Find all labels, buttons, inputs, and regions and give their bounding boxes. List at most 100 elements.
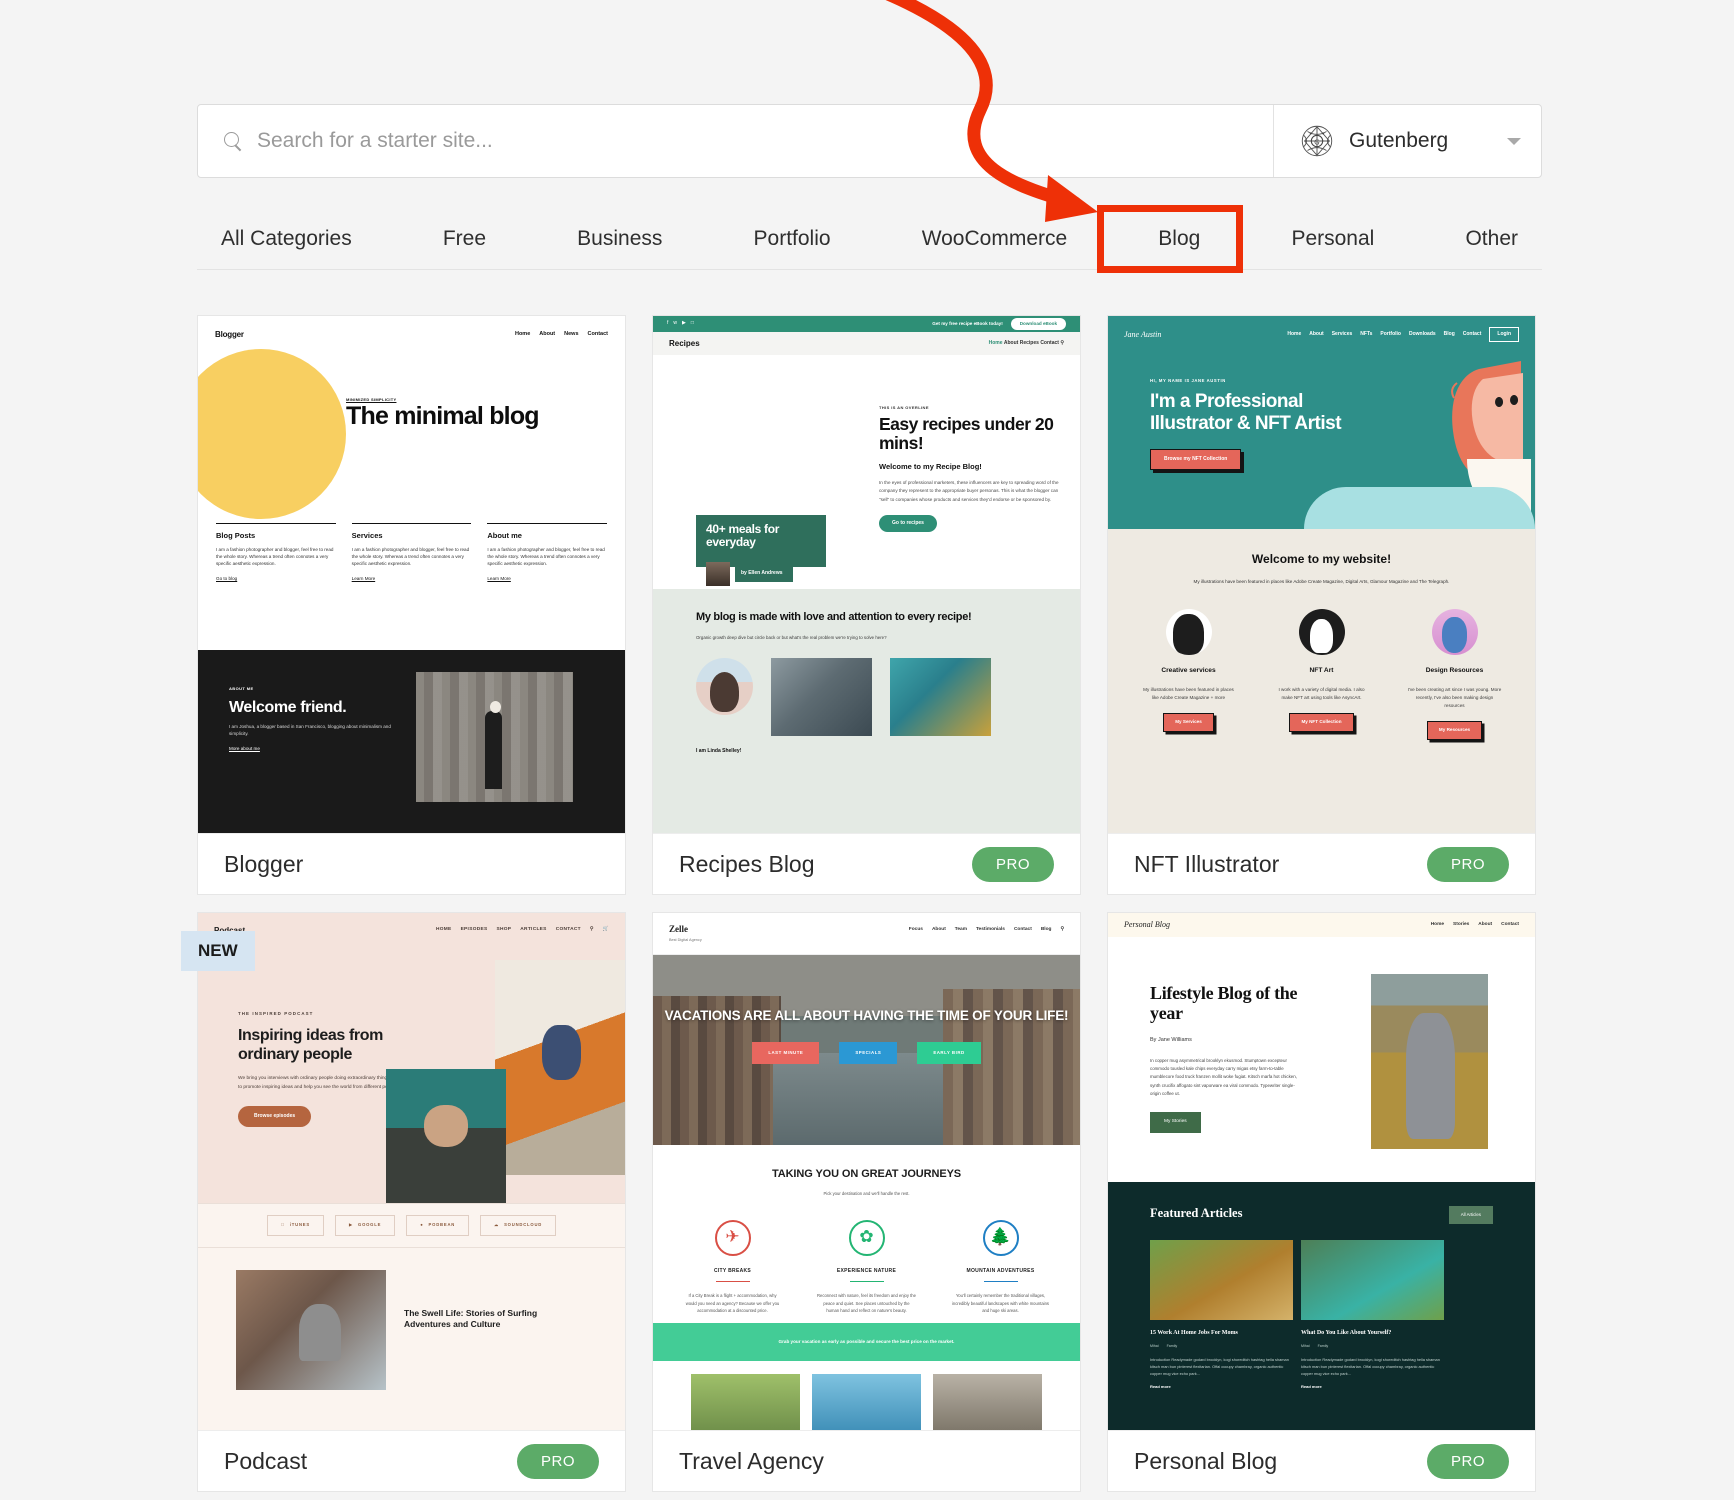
avatar [696, 658, 753, 716]
podbean-icon: ● [418, 1222, 422, 1228]
preview-nav-item: Home [988, 339, 1003, 346]
template-card-personal-blog[interactable]: Personal Blog Home Stories About Contact… [1107, 912, 1536, 1492]
preview-pill-button: LAST MINUTE [752, 1042, 820, 1065]
all-articles-button: All Articles [1448, 1206, 1493, 1225]
preview-nav-item: Contact [1013, 927, 1032, 932]
platform-label: GOOGLE [356, 1222, 380, 1228]
platform-label: iTUNES [287, 1222, 309, 1228]
preview-brand: Zelle [669, 924, 688, 934]
preview-nav-item: Focus [908, 927, 923, 932]
tab-portfolio[interactable]: Portfolio [752, 221, 833, 257]
template-card-travel-agency[interactable]: Zelle Best Digital Agency Focus About Te… [652, 912, 1081, 1492]
tab-woocommerce[interactable]: WooCommerce [920, 221, 1069, 257]
preview-pill-button: SPECIALS [839, 1042, 898, 1065]
card-footer: Recipes Blog PRO [653, 833, 1080, 894]
download-ebook-button: Download eBook [1010, 317, 1066, 331]
preview-nav-item: Contact [1462, 331, 1482, 337]
preview-feature-body: I work with a variety of digital media. … [1278, 687, 1365, 701]
preview-article-author: Mihai [1301, 1343, 1310, 1348]
preview-kicker: THE INSPIRED PODCAST [238, 1011, 314, 1016]
preview-section-body: My illustrations have been featured in p… [1193, 579, 1450, 585]
tab-other[interactable]: Other [1463, 221, 1520, 257]
tab-blog[interactable]: Blog [1156, 221, 1202, 257]
facebook-icon: f [667, 320, 669, 327]
preview-column: About me I am a fashion photographer and… [487, 522, 608, 584]
preview-nav-item: Portfolio [1380, 331, 1401, 337]
soundcloud-icon: ☁ [492, 1222, 498, 1228]
preview-feature: ✈ CITY BREAKS If a City Break is a fligh… [681, 1219, 785, 1315]
preview-pill-button: EARLY BIRD [917, 1042, 981, 1065]
preview-featured-title: The Swell Life: Stories of Surfing Adven… [404, 1308, 538, 1330]
preview-nav-item: CONTACT [555, 927, 581, 933]
preview-nav-item: Blog [1040, 927, 1052, 932]
pro-badge[interactable]: PRO [1426, 1443, 1509, 1479]
tab-personal[interactable]: Personal [1289, 221, 1376, 257]
preview-nav-item: About [1003, 339, 1019, 346]
preview-nav-item: About [1478, 921, 1493, 927]
preview-column-link: Learn More [487, 576, 511, 582]
preview-brand: Recipes [669, 338, 700, 348]
search-input[interactable] [257, 129, 1273, 153]
preview-article-category: Family [1166, 1343, 1178, 1348]
card-title: Personal Blog [1134, 1447, 1278, 1474]
preview-nav-item: EPISODES [460, 927, 488, 933]
preview-photo [933, 1374, 1042, 1430]
template-card-nft-illustrator[interactable]: Jane Austin Home About Services NFTs Por… [1107, 315, 1536, 895]
template-preview[interactable]: Zelle Best Digital Agency Focus About Te… [653, 913, 1080, 1430]
preview-nav-item: SHOP [496, 927, 512, 933]
preview-cta-button: Browse my NFT Collection [1150, 448, 1242, 470]
template-card-recipes-blog[interactable]: f w ▶ □ Get my free recipe eBook today! … [652, 315, 1081, 895]
preview-nav-item: Services [1331, 331, 1353, 337]
preview-feature: Design Resources I've been creating art … [1402, 608, 1507, 740]
template-preview[interactable]: Personal Blog Home Stories About Contact… [1108, 913, 1535, 1430]
social-icons: f w ▶ □ [667, 320, 694, 327]
preview-headline: Lifestyle Blog of the year [1150, 983, 1298, 1024]
preview-photo [236, 1270, 386, 1390]
preview-column-body: I am a fashion photographer and blogger,… [351, 547, 470, 566]
template-preview[interactable]: f w ▶ □ Get my free recipe eBook today! … [653, 316, 1080, 833]
pro-badge[interactable]: PRO [516, 1443, 599, 1479]
pro-badge[interactable]: PRO [1426, 846, 1509, 882]
preview-author-caption: I am Linda Shelley! [696, 748, 742, 755]
preview-photo [691, 1374, 800, 1430]
theme-selector-dropdown[interactable]: G Gutenberg [1273, 105, 1541, 177]
pro-badge[interactable]: PRO [971, 846, 1054, 882]
tab-business[interactable]: Business [575, 221, 664, 257]
template-card-podcast[interactable]: NEW Podcast HOME EPISODES SHOP ARTICLES … [181, 912, 626, 1492]
divider [216, 522, 336, 524]
preview-column-heading: Blog Posts [216, 530, 256, 540]
cart-icon: 🛒 [602, 927, 609, 933]
preview-article: 15 Work At Home Jobs For Moms Mihai Fami… [1150, 1240, 1293, 1391]
preview-feature: Creative services My illustrations have … [1136, 608, 1241, 740]
decorative-circle [198, 348, 346, 519]
preview-headline: Easy recipes under 20 mins! [879, 413, 1054, 453]
search-field-wrap[interactable] [198, 105, 1273, 177]
avatar [1298, 608, 1345, 655]
preview-feature-body: My illustrations have been featured in p… [1143, 687, 1234, 701]
preview-article-author: Mihai [1150, 1343, 1159, 1348]
template-card-blogger[interactable]: Blogger Home About News Contact MINIMIZE… [197, 315, 626, 895]
preview-article: What Do You Like About Yourself? Mihai F… [1301, 1240, 1444, 1391]
template-preview[interactable]: Jane Austin Home About Services NFTs Por… [1108, 316, 1535, 833]
preview-subheading: Welcome friend. [229, 698, 347, 716]
preview-feature-title: Design Resources [1425, 666, 1484, 674]
preview-nav-item: Home [1287, 331, 1302, 337]
chevron-down-icon[interactable] [1507, 137, 1521, 145]
preview-cta-button: My Stories [1150, 1112, 1201, 1134]
preview-column-heading: Services [351, 530, 383, 540]
preview-nav-item: ARTICLES [520, 927, 547, 933]
svg-text:G: G [1314, 137, 1320, 146]
card-title: Travel Agency [679, 1447, 824, 1474]
template-preview[interactable]: Podcast HOME EPISODES SHOP ARTICLES CONT… [198, 913, 625, 1430]
template-preview[interactable]: Blogger Home About News Contact MINIMIZE… [198, 316, 625, 833]
preview-article-link: Read more [1301, 1384, 1322, 1390]
divider [983, 1280, 1018, 1283]
tab-free[interactable]: Free [441, 221, 488, 257]
preview-feature-body: You'll certainly remember the traditiona… [951, 1293, 1050, 1314]
preview-nav-item: Contact [1501, 921, 1519, 927]
divider [849, 1280, 884, 1283]
preview-feature-title: EXPERIENCE NATURE [836, 1267, 897, 1274]
tab-all-categories[interactable]: All Categories [219, 221, 354, 257]
preview-photo [890, 658, 991, 737]
preview-feature-title: Creative services [1161, 666, 1216, 674]
